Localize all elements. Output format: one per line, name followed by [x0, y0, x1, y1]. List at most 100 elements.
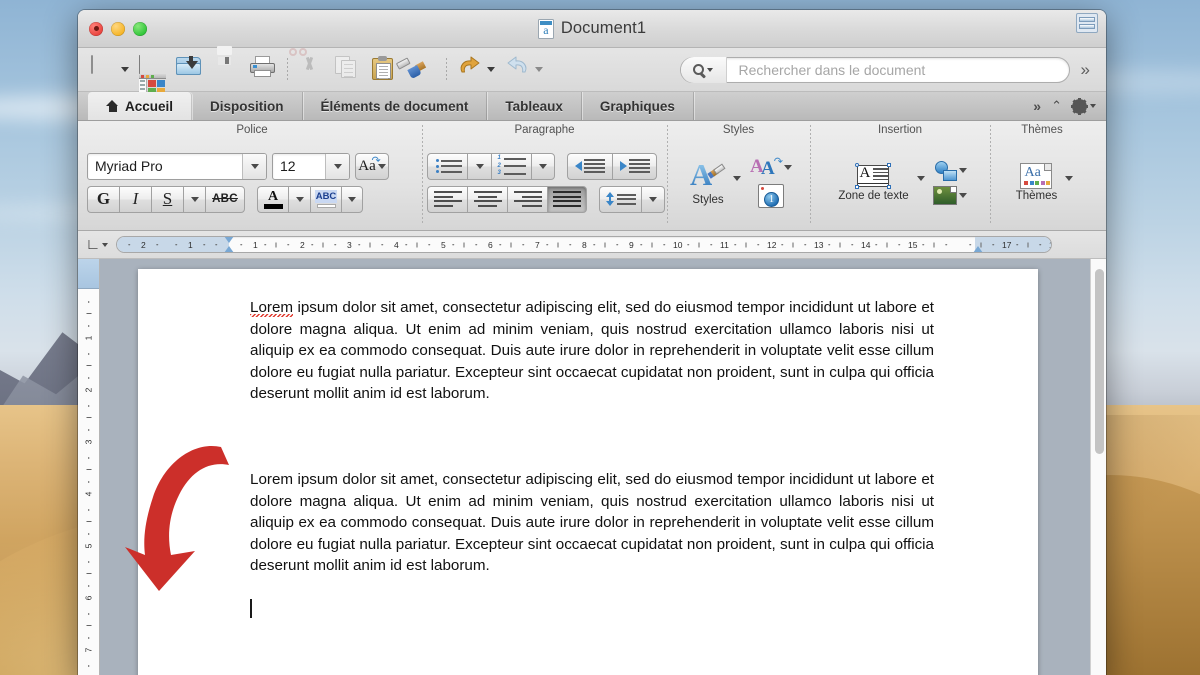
styles-pane-icon[interactable]	[758, 184, 784, 208]
bulleted-list-button[interactable]	[427, 153, 467, 180]
floppy-disk-icon	[213, 56, 240, 83]
picture-dropdown-caret[interactable]	[959, 193, 967, 198]
group-label: Styles	[672, 121, 805, 139]
font-name-dropdown[interactable]	[242, 154, 266, 179]
document-page[interactable]: Lorem ipsum dolor sit amet, consectetur …	[138, 269, 1038, 675]
search-scope-button[interactable]	[681, 57, 727, 83]
underline-button[interactable]: S	[151, 186, 183, 213]
scrollbar-thumb[interactable]	[1095, 269, 1104, 454]
font-size-dropdown[interactable]	[325, 154, 349, 179]
minimize-button[interactable]	[111, 22, 125, 36]
ribbon-settings-button[interactable]	[1072, 99, 1096, 114]
tab-accueil[interactable]: Accueil	[88, 92, 192, 120]
align-left-icon	[431, 189, 465, 209]
font-color-swatch	[264, 204, 283, 209]
horizontal-ruler[interactable]: 2 1 1 2 3 4 5 6 7 8 9 10 11 12 13 14	[116, 236, 1052, 253]
font-size-combo[interactable]: 12	[272, 153, 350, 180]
picture-icon	[933, 186, 957, 205]
textbox-dropdown-caret[interactable]	[917, 176, 925, 181]
highlight-dropdown[interactable]	[341, 186, 363, 213]
new-document-button[interactable]	[86, 56, 134, 83]
ruler-tick: 7	[84, 640, 94, 661]
change-case-icon: Aa ↷	[358, 159, 376, 174]
align-justify-button[interactable]	[547, 186, 587, 213]
highlight-button[interactable]: ABC	[310, 186, 341, 213]
vertical-scrollbar[interactable]	[1090, 259, 1106, 675]
font-name-combo[interactable]: Myriad Pro	[87, 153, 267, 180]
misspelled-word[interactable]: Lorem	[250, 299, 293, 319]
indent-segment	[567, 153, 657, 180]
bulleted-list-dropdown[interactable]	[467, 153, 491, 180]
themes-dropdown-caret[interactable]	[1065, 176, 1073, 181]
tab-graphiques[interactable]: Graphiques	[582, 92, 694, 120]
paragraph-1[interactable]: Lorem ipsum dolor sit amet, consectetur …	[250, 297, 934, 405]
ribbon-group-themes: Thèmes Aa Thèmes	[990, 121, 1094, 230]
shapes-dropdown-caret[interactable]	[959, 168, 967, 173]
align-right-button[interactable]	[507, 186, 547, 213]
search-field[interactable]	[680, 57, 1070, 83]
right-indent-marker[interactable]	[973, 246, 984, 253]
ribbon-collapse-icon[interactable]: ⌃	[1051, 98, 1062, 114]
font-color-button[interactable]: A	[257, 186, 288, 213]
redo-arrow-icon	[505, 56, 532, 83]
align-left-button[interactable]	[427, 186, 467, 213]
redo-dropdown-caret[interactable]	[535, 67, 543, 72]
tab-stop-selector[interactable]: ∟	[78, 239, 116, 251]
vertical-ruler[interactable]: 1 2 3 4 5 6 7 8	[78, 259, 100, 675]
numbered-list-dropdown[interactable]	[531, 153, 555, 180]
wordart-button[interactable]: AA↷	[750, 157, 792, 181]
numbered-list-button[interactable]: 1 2 3	[491, 153, 531, 180]
bold-button[interactable]: G	[87, 186, 119, 213]
save-button[interactable]	[208, 56, 245, 83]
print-button[interactable]	[245, 56, 282, 83]
new-document-dropdown-caret[interactable]	[121, 67, 129, 72]
scissors-icon	[298, 56, 325, 83]
undo-dropdown-caret[interactable]	[487, 67, 495, 72]
left-indent-marker[interactable]	[224, 246, 235, 253]
font-size-value: 12	[273, 158, 325, 174]
tab-label: Graphiques	[600, 99, 675, 114]
title-bar[interactable]: Document1	[78, 10, 1106, 48]
first-line-indent-marker[interactable]	[224, 236, 235, 243]
chevron-down-icon	[102, 243, 108, 247]
styles-button[interactable]: A Styles	[685, 160, 741, 206]
search-input[interactable]	[727, 62, 1069, 78]
styles-dropdown-caret[interactable]	[733, 176, 741, 181]
font-color-dropdown[interactable]	[288, 186, 310, 213]
toolbar-overflow-button[interactable]: »	[1077, 60, 1094, 80]
ribbon-group-paragraphe: Paragraphe	[422, 121, 667, 230]
tab-disposition[interactable]: Disposition	[192, 92, 303, 120]
tab-tableaux[interactable]: Tableaux	[487, 92, 582, 120]
copy-button[interactable]	[330, 56, 367, 83]
textbox-button[interactable]: A Zone de texte	[833, 163, 924, 202]
undo-button[interactable]	[452, 56, 500, 83]
ruler-tick: 1	[188, 240, 193, 250]
page-scroll-area[interactable]: Lorem ipsum dolor sit amet, consectetur …	[100, 259, 1106, 675]
line-spacing-button[interactable]	[599, 186, 641, 213]
template-gallery-button[interactable]	[134, 56, 171, 83]
align-center-button[interactable]	[467, 186, 507, 213]
italic-button[interactable]: I	[119, 186, 151, 213]
strikethrough-button[interactable]: ABC	[205, 186, 245, 213]
themes-button[interactable]: Aa Thèmes	[1011, 163, 1074, 202]
sidebar-toggle-icon[interactable]	[1076, 13, 1098, 33]
tab-elements-de-document[interactable]: Éléments de document	[303, 92, 488, 120]
redo-button[interactable]	[500, 56, 548, 83]
picture-button[interactable]	[933, 186, 967, 205]
cut-button[interactable]	[293, 56, 330, 83]
close-button[interactable]	[89, 22, 103, 36]
line-spacing-dropdown[interactable]	[641, 186, 665, 213]
ribbon-overflow-icon[interactable]: »	[1033, 98, 1041, 114]
increase-indent-icon	[620, 157, 650, 176]
underline-dropdown[interactable]	[183, 186, 205, 213]
shapes-button[interactable]	[933, 161, 967, 181]
top-margin-zone	[78, 259, 99, 289]
change-case-button[interactable]: Aa ↷	[355, 153, 389, 180]
decrease-indent-button[interactable]	[567, 153, 612, 180]
wordart-dropdown-caret[interactable]	[784, 165, 792, 170]
paragraph-2[interactable]: Lorem ipsum dolor sit amet, consectetur …	[250, 469, 934, 577]
increase-indent-button[interactable]	[612, 153, 657, 180]
zoom-button[interactable]	[133, 22, 147, 36]
open-button[interactable]	[171, 56, 208, 83]
format-painter-button[interactable]	[404, 56, 441, 83]
